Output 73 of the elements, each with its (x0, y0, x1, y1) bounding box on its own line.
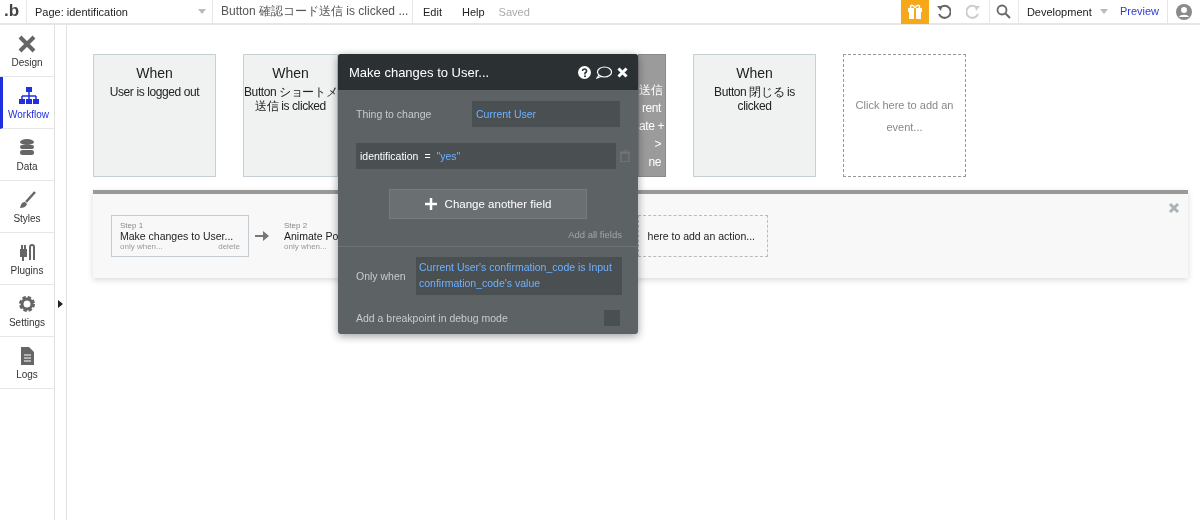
field-name: identification (360, 150, 419, 162)
field-label: Thing to change (356, 108, 433, 120)
brush-icon (17, 189, 37, 210)
step-title: Make changes to User... (120, 230, 235, 242)
event-card[interactable]: When Button ショートメ 送信 is clicked (243, 54, 338, 177)
sidebar-item[interactable]: Workflow (0, 77, 54, 129)
close-icon (617, 66, 628, 78)
sidebar-item[interactable]: Settings (0, 285, 54, 337)
version-dropdown[interactable]: Development (1018, 0, 1114, 23)
event-card[interactable]: When User is logged out (93, 54, 216, 177)
sidebar-item[interactable]: Design (0, 25, 54, 77)
sidebar-item[interactable]: Logs (0, 337, 54, 389)
page-dropdown[interactable]: Page: identification (27, 0, 213, 23)
plug-icon (17, 241, 37, 262)
event-text: clicked (736, 99, 773, 113)
undo-icon (936, 4, 952, 19)
step-number: Step 1 (120, 221, 145, 230)
event-text: User is logged out (108, 85, 201, 99)
event-text: > (653, 136, 661, 153)
event-text: rent (640, 100, 661, 117)
database-icon (17, 137, 37, 158)
sitemap-icon (18, 85, 39, 106)
event-title: When (735, 65, 774, 81)
checkbox-label: Add a breakpoint in debug mode (356, 312, 508, 324)
sidebar-item[interactable]: Data (0, 129, 54, 181)
plus-icon (424, 198, 437, 210)
step-condition: only when... (284, 242, 327, 251)
redo-icon (966, 4, 982, 19)
caret-icon (198, 9, 206, 14)
close-icon (1168, 202, 1180, 214)
gift-icon (906, 4, 923, 19)
preview-link[interactable]: Preview (1113, 0, 1168, 23)
menu-item[interactable]: Help (451, 5, 495, 18)
popup-title: Make changes to User... (349, 64, 491, 80)
step-number: Step 2 (284, 221, 309, 230)
save-status: Saved (497, 5, 531, 18)
condition-field[interactable]: Current User's confirmation_code is Input confirmation_code's value (416, 257, 622, 295)
comment-icon (596, 65, 612, 79)
add-event-button[interactable]: Click here to add an event... (843, 54, 966, 177)
dropdown-value: Development (1026, 5, 1092, 18)
field-value: "yes" (436, 150, 461, 162)
event-dropdown[interactable]: Button 確認コード送信 is clicked ... (213, 0, 413, 23)
logo[interactable]: .b (0, 0, 27, 23)
field-expression[interactable]: identification = "yes" (356, 143, 617, 169)
event-text: 送信 is clicked (254, 99, 327, 113)
step-condition: only when... (120, 242, 163, 251)
dropdown-value: Button 確認コード送信 is clicked ... (221, 3, 409, 20)
operator: = (424, 150, 431, 162)
step-title: Animate Po (284, 230, 337, 242)
search-button[interactable] (988, 0, 1019, 23)
caret-icon (1099, 9, 1108, 14)
avatar-icon (1176, 3, 1192, 20)
dropdown-value: Page: identification (35, 5, 128, 18)
sidebar-item[interactable]: Styles (0, 181, 54, 233)
sidebar-item[interactable]: Plugins (0, 233, 54, 285)
settings-icon (17, 293, 37, 314)
help-icon (578, 65, 591, 79)
expand-icon (58, 300, 63, 308)
menu-item[interactable]: Edit (413, 5, 452, 18)
field-label: Only when (356, 270, 407, 282)
thing-field[interactable]: Current User (472, 101, 620, 127)
event-text: 送信 (639, 82, 661, 99)
event-title: When (135, 65, 174, 81)
action-step[interactable]: Step 1 Make changes to User... only when... delete (111, 215, 249, 257)
event-text: Button ショートメ (244, 85, 337, 99)
event-text: ne (647, 154, 661, 171)
change-field-button[interactable]: Change another field (389, 189, 587, 219)
arrow-icon (255, 230, 269, 242)
search-icon (996, 4, 1012, 19)
event-title: When (271, 65, 310, 81)
action-step[interactable]: Step 2 Animate Po only when... (275, 215, 338, 257)
event-card[interactable]: When Button 閉じる is clicked (693, 54, 816, 177)
event-text: Button 閉じる is (713, 85, 796, 99)
